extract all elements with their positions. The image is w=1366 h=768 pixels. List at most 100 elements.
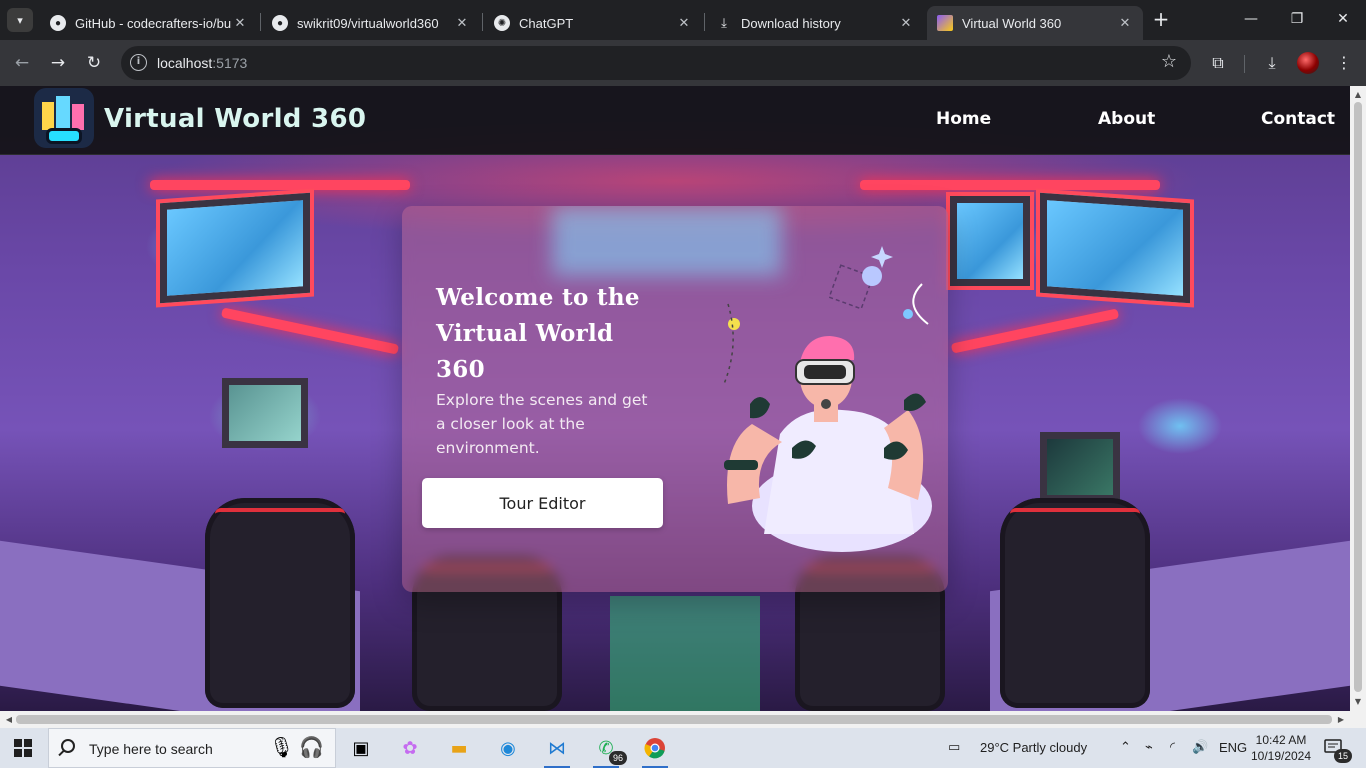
tab-title: Virtual World 360 <box>962 15 1062 31</box>
scrollbar-thumb[interactable] <box>1354 102 1362 692</box>
wifi-icon[interactable]: ◜ <box>1170 740 1175 755</box>
downloads-icon[interactable]: ⤓ <box>1260 51 1284 75</box>
restore-button[interactable]: ❐ <box>1286 8 1308 30</box>
github-icon: ● <box>272 15 288 31</box>
task-view-icon[interactable]: ▣ <box>344 733 378 763</box>
tab-search-menu-button[interactable]: ▾ <box>7 8 33 32</box>
windows-start-icon[interactable] <box>14 739 32 757</box>
weather-text[interactable]: 29°C Partly cloudy <box>980 740 1087 755</box>
vr-city-logo-icon[interactable] <box>34 88 94 148</box>
minimize-button[interactable]: — <box>1240 8 1262 30</box>
neon-strip <box>860 180 1160 190</box>
bookmark-star-icon[interactable]: ☆ <box>1161 51 1177 72</box>
close-icon[interactable]: ✕ <box>454 15 470 31</box>
site-title[interactable]: Virtual World 360 <box>104 104 366 134</box>
search-highlight-icon[interactable]: 🎙 <box>269 735 294 759</box>
url-host: localhost <box>157 55 213 71</box>
address-url[interactable]: localhost:5173 <box>157 55 247 71</box>
menu-kebab-icon[interactable]: ⋮ <box>1332 51 1356 75</box>
address-bar[interactable]: i localhost:5173 ☆ <box>121 46 1191 80</box>
vscode-icon[interactable]: ⋈ <box>540 733 574 768</box>
tab-virtual-world-360[interactable]: Virtual World 360 ✕ <box>927 6 1143 40</box>
toolbar-separator <box>1244 55 1245 73</box>
nav-home-link[interactable]: Home <box>936 109 991 129</box>
windows-taskbar: Type here to search 🎙 🎧 ▣ ✿ ▬ ◉ ⋈ ✆ 96 ▭ … <box>0 728 1366 768</box>
hero-subtitle: Explore the scenes and get a closer look… <box>436 391 648 457</box>
volume-icon[interactable]: 🔊 <box>1192 740 1208 755</box>
chatgpt-icon: ✺ <box>494 15 510 31</box>
clock-date: 10/19/2024 <box>1250 749 1312 763</box>
browser-tab-strip: ▾ ● GitHub - codecrafters-io/build-your-… <box>0 0 1366 40</box>
language-indicator[interactable]: ENG <box>1219 740 1247 755</box>
scroll-right-arrow-icon[interactable]: ▶ <box>1334 711 1348 728</box>
new-tab-button[interactable]: + <box>1150 8 1172 30</box>
whatsapp-icon[interactable]: ✆ 96 <box>589 733 627 768</box>
tab-separator <box>260 13 261 31</box>
profile-avatar[interactable] <box>1297 52 1319 74</box>
show-hidden-icons-chevron-icon[interactable]: ⌃ <box>1120 740 1131 755</box>
notification-count-badge: 15 <box>1334 749 1352 763</box>
tab-download-history[interactable]: ⤓ Download history ✕ <box>706 6 924 40</box>
tab-title: swikrit09/virtualworld360 <box>297 15 439 31</box>
hero-title: Welcome to the Virtual World 360 <box>436 284 640 383</box>
scrollbar-thumb[interactable] <box>16 715 1332 724</box>
back-button[interactable]: ← <box>10 51 34 75</box>
search-placeholder: Type here to search <box>89 741 213 757</box>
scroll-left-arrow-icon[interactable]: ◀ <box>2 711 16 728</box>
clock-time: 10:42 AM <box>1255 733 1307 747</box>
forward-button[interactable]: → <box>46 51 70 75</box>
weather-icon[interactable]: ▭ <box>948 740 960 755</box>
tab-chatgpt[interactable]: ✺ ChatGPT ✕ <box>484 6 702 40</box>
hero-card: Welcome to the Virtual World 360 Explore… <box>402 206 948 592</box>
close-icon[interactable]: ✕ <box>676 15 692 31</box>
site-info-icon[interactable]: i <box>130 54 147 71</box>
taskbar-search-box[interactable]: Type here to search 🎙 🎧 <box>48 728 336 768</box>
notifications-icon[interactable]: 15 <box>1324 739 1352 763</box>
close-icon[interactable]: ✕ <box>1117 15 1133 31</box>
scroll-up-arrow-icon[interactable]: ▲ <box>1350 88 1366 102</box>
site-header: Virtual World 360 Home About Contact <box>0 86 1350 155</box>
tab-title: Download history <box>741 15 841 31</box>
tab-title: GitHub - codecrafters-io/build-your-own-… <box>75 15 232 31</box>
tab-github-build-your-own-x[interactable]: ● GitHub - codecrafters-io/build-your-ow… <box>40 6 258 40</box>
room-monitor <box>1040 192 1190 304</box>
room-monitor <box>1040 432 1120 502</box>
room-monitor <box>222 378 308 448</box>
tour-editor-button[interactable]: Tour Editor <box>422 478 663 528</box>
neon-strip <box>150 180 410 190</box>
page-viewport: Virtual World 360 Home About Contact Wel… <box>0 86 1350 711</box>
close-window-button[interactable]: ✕ <box>1332 8 1354 30</box>
browser-toolbar: ← → ↻ i localhost:5173 ☆ ⧉ ⤓ ⋮ <box>0 40 1366 86</box>
nav-contact-link[interactable]: Contact <box>1261 109 1335 129</box>
search-icon <box>61 739 75 753</box>
edge-icon[interactable]: ◉ <box>491 733 525 763</box>
tab-separator <box>704 13 705 31</box>
taskbar-clock[interactable]: 10:42 AM 10/19/2024 <box>1245 732 1317 764</box>
close-icon[interactable]: ✕ <box>232 15 248 31</box>
room-monitor <box>950 196 1030 286</box>
tab-github-virtualworld360[interactable]: ● swikrit09/virtualworld360 ✕ <box>262 6 480 40</box>
battery-plug-icon[interactable]: ⌁ <box>1145 740 1153 755</box>
tab-title: ChatGPT <box>519 15 574 31</box>
vite-icon <box>937 15 953 31</box>
download-icon: ⤓ <box>721 15 727 30</box>
github-icon: ● <box>50 15 66 31</box>
vr-person-illustration <box>723 246 932 552</box>
nav-about-link[interactable]: About <box>1098 109 1155 129</box>
person <box>724 336 932 552</box>
room-floor-panel <box>610 596 760 711</box>
horizontal-scrollbar[interactable]: ◀ ▶ <box>0 711 1366 728</box>
vertical-scrollbar[interactable]: ▲ ▼ <box>1350 86 1366 711</box>
chrome-icon[interactable] <box>638 733 672 768</box>
reload-button[interactable]: ↻ <box>82 51 106 75</box>
copilot-icon[interactable]: ✿ <box>393 733 427 763</box>
gaming-chair <box>205 498 355 708</box>
headphones-icon[interactable]: 🎧 <box>299 735 324 759</box>
extensions-icon[interactable]: ⧉ <box>1206 51 1230 75</box>
neon-strip <box>950 308 1120 354</box>
scroll-down-arrow-icon[interactable]: ▼ <box>1350 695 1366 709</box>
close-icon[interactable]: ✕ <box>898 15 914 31</box>
whatsapp-badge: 96 <box>609 751 627 765</box>
url-port: :5173 <box>212 55 248 71</box>
file-explorer-icon[interactable]: ▬ <box>442 733 476 763</box>
